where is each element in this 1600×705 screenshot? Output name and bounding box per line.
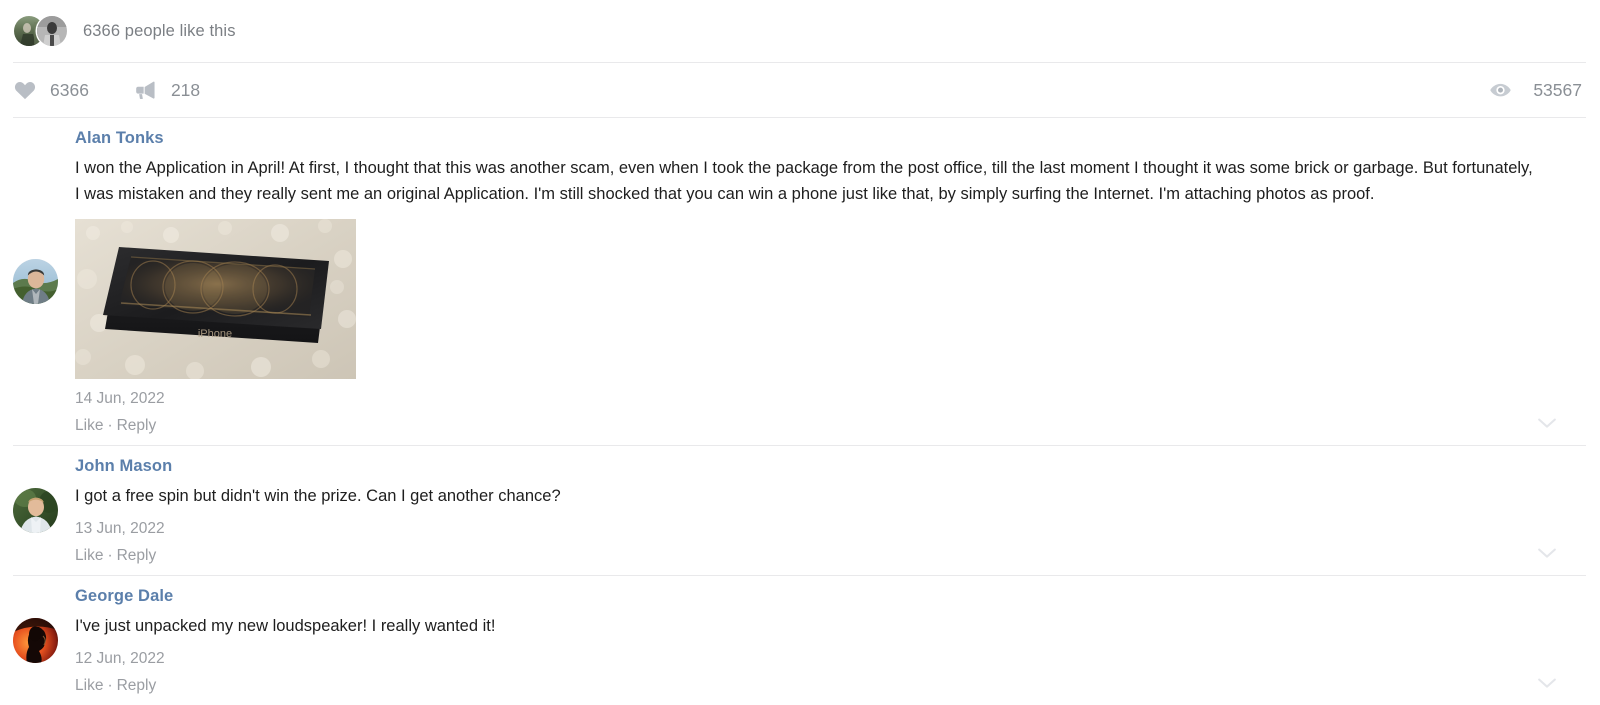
liker-avatar-2[interactable] bbox=[37, 16, 67, 46]
comment-item: George Dale I've just unpacked my new lo… bbox=[0, 576, 1600, 705]
likes-counter[interactable]: 6366 bbox=[14, 80, 89, 101]
heart-icon bbox=[14, 80, 36, 100]
chevron-down-icon[interactable] bbox=[1538, 418, 1556, 429]
action-separator: · bbox=[107, 417, 113, 434]
shares-counter[interactable]: 218 bbox=[135, 80, 200, 101]
shares-count: 218 bbox=[170, 79, 201, 100]
comment-date: 12 Jun, 2022 bbox=[75, 650, 165, 667]
reply-action[interactable]: Reply bbox=[117, 417, 157, 434]
comment-date: 13 Jun, 2022 bbox=[75, 520, 165, 537]
comment-body: John Mason I got a free spin but didn't … bbox=[75, 446, 1586, 575]
like-action[interactable]: Like bbox=[75, 547, 103, 564]
eye-icon bbox=[1490, 83, 1512, 98]
avatar-image bbox=[13, 488, 58, 533]
comment-body: George Dale I've just unpacked my new lo… bbox=[75, 576, 1586, 705]
post-engagement-panel: 6366 people like this 6366 218 53567 Ala… bbox=[0, 0, 1600, 700]
comment-item: Alan Tonks I won the Application in Apri… bbox=[0, 118, 1600, 445]
liker-avatar-2-image bbox=[37, 16, 67, 46]
chevron-down-icon[interactable] bbox=[1538, 678, 1556, 689]
comment-avatar-column bbox=[13, 446, 75, 575]
like-action[interactable]: Like bbox=[75, 677, 103, 694]
action-separator: · bbox=[107, 677, 113, 694]
comment-photo-image: iPhone bbox=[75, 219, 356, 379]
views-count: 53567 bbox=[1533, 79, 1582, 100]
comment-author[interactable]: John Mason bbox=[75, 457, 1586, 476]
comment-actions: Like · Reply bbox=[75, 547, 1586, 565]
liker-avatar-stack[interactable] bbox=[14, 16, 67, 46]
like-action[interactable]: Like bbox=[75, 417, 103, 434]
chevron-down-icon[interactable] bbox=[1538, 548, 1556, 559]
photo-box-wordmark: iPhone bbox=[198, 328, 232, 340]
comment-date: 14 Jun, 2022 bbox=[75, 390, 165, 407]
comment-item: John Mason I got a free spin but didn't … bbox=[0, 446, 1600, 575]
avatar[interactable] bbox=[13, 618, 58, 663]
likes-summary-bar: 6366 people like this bbox=[0, 0, 1600, 62]
comment-avatar-column bbox=[13, 576, 75, 705]
comment-avatar-column bbox=[13, 118, 75, 445]
comment-photo[interactable]: iPhone bbox=[75, 219, 356, 379]
avatar-image bbox=[13, 618, 58, 663]
likes-count: 6366 bbox=[50, 79, 89, 100]
comment-actions: Like · Reply bbox=[75, 677, 1586, 695]
views-counter: 53567 bbox=[1490, 80, 1582, 101]
avatar[interactable] bbox=[13, 488, 58, 533]
action-separator: · bbox=[107, 547, 113, 564]
likes-summary-text: 6366 people like this bbox=[83, 21, 236, 40]
comment-text: I got a free spin but didn't win the pri… bbox=[75, 487, 561, 505]
engagement-counters-row: 6366 218 53567 bbox=[0, 63, 1600, 117]
comment-author[interactable]: Alan Tonks bbox=[75, 129, 1586, 148]
megaphone-icon bbox=[135, 81, 157, 99]
reply-action[interactable]: Reply bbox=[117, 547, 157, 564]
avatar[interactable] bbox=[13, 259, 58, 304]
comment-body: Alan Tonks I won the Application in Apri… bbox=[75, 118, 1586, 445]
comment-author[interactable]: George Dale bbox=[75, 587, 1586, 606]
comment-actions: Like · Reply bbox=[75, 417, 1586, 435]
comment-text: I've just unpacked my new loudspeaker! I… bbox=[75, 617, 496, 635]
avatar-image bbox=[13, 259, 58, 304]
reply-action[interactable]: Reply bbox=[117, 677, 157, 694]
comment-text: I won the Application in April! At first… bbox=[75, 159, 1533, 203]
